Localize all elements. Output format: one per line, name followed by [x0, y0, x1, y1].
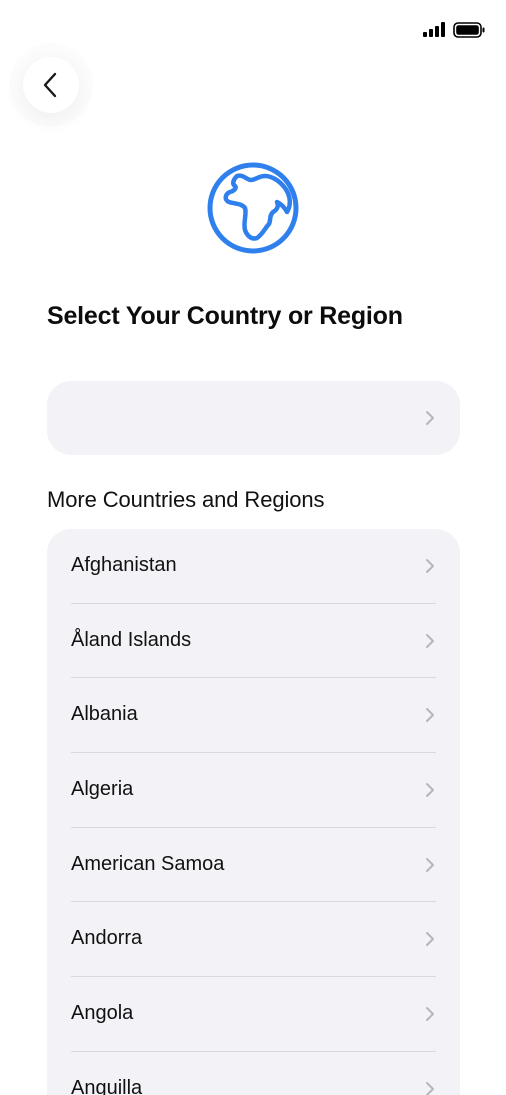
chevron-right-icon [426, 857, 434, 872]
chevron-right-icon [426, 1081, 434, 1095]
chevron-right-icon [426, 633, 434, 648]
battery-full-icon [453, 22, 485, 38]
list-item[interactable]: Åland Islands [47, 604, 460, 679]
country-label: Åland Islands [71, 628, 192, 651]
chevron-right-icon [426, 708, 434, 723]
country-label: Angola [71, 1002, 134, 1025]
back-button[interactable] [23, 57, 79, 113]
list-item[interactable]: Anguilla [47, 1052, 460, 1095]
list-item[interactable]: Algeria [47, 753, 460, 828]
list-item[interactable]: Andorra [47, 902, 460, 978]
chevron-left-icon [43, 72, 57, 98]
country-label: American Samoa [71, 852, 225, 875]
country-label: Afghanistan [71, 554, 177, 576]
list-item[interactable]: Angola [47, 977, 460, 1052]
section-header: More Countries and Regions [47, 487, 325, 512]
country-list: Afghanistan Åland Islands Albania Algeri… [47, 529, 460, 1095]
country-selection-screen: Select Your Country or Region More Count… [0, 0, 506, 1095]
page-title: Select Your Country or Region [47, 302, 403, 330]
chevron-right-icon [426, 411, 434, 425]
globe-icon [207, 162, 299, 254]
country-label: Anguilla [71, 1076, 143, 1095]
chevron-right-icon [426, 559, 434, 573]
country-label: Algeria [71, 778, 134, 801]
chevron-right-icon [426, 932, 434, 947]
country-label: Albania [71, 703, 138, 726]
status-bar [0, 0, 506, 60]
list-item[interactable]: American Samoa [47, 828, 460, 903]
list-item[interactable]: Albania [47, 678, 460, 754]
chevron-right-icon [426, 783, 434, 798]
chevron-right-icon [426, 1007, 434, 1022]
suggested-country-row[interactable] [47, 381, 460, 455]
country-label: Andorra [71, 927, 143, 950]
list-item[interactable]: Afghanistan [47, 529, 460, 604]
cellular-signal-icon [423, 22, 447, 37]
